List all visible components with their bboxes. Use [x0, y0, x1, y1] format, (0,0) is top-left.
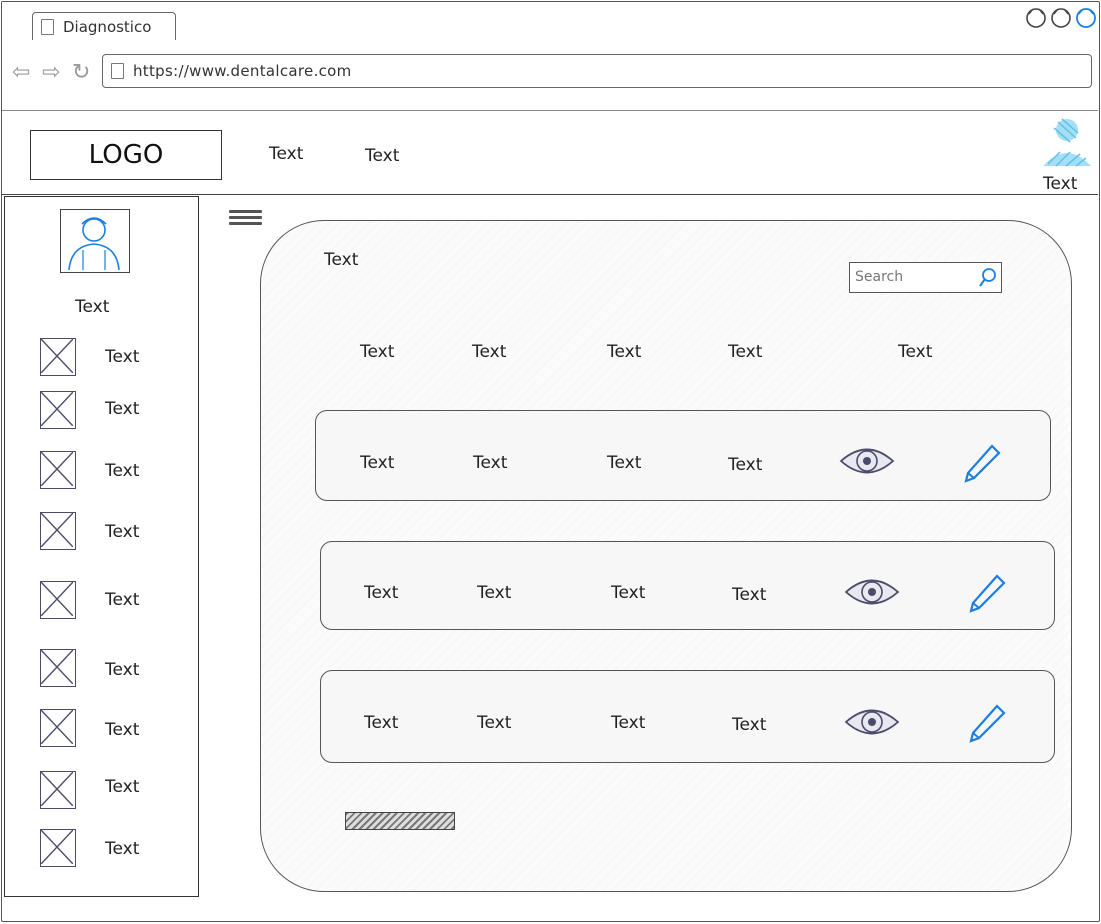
sidebar-item-icon[interactable]	[40, 649, 76, 687]
forward-arrow-icon[interactable]: ⇨	[42, 60, 60, 85]
edit-pencil-icon[interactable]	[967, 702, 1007, 744]
nav-link[interactable]: Text	[269, 144, 303, 164]
sidebar-item-label[interactable]: Text	[105, 461, 139, 481]
edit-pencil-icon[interactable]	[962, 442, 1002, 484]
view-eye-icon[interactable]	[843, 573, 901, 611]
table-cell: Text	[477, 713, 512, 733]
table-cell: Text	[364, 713, 399, 733]
url-text: https://www.dentalcare.com	[133, 62, 352, 80]
user-label[interactable]: Text	[1043, 174, 1077, 194]
table-row[interactable]	[315, 410, 1051, 501]
column-header: Text	[898, 342, 933, 362]
search-input[interactable]	[853, 266, 977, 288]
reload-icon[interactable]: ↻	[72, 60, 90, 85]
column-header: Text	[607, 342, 642, 362]
document-icon	[41, 19, 54, 35]
sidebar-item-icon[interactable]	[40, 451, 76, 489]
table-cell: Text	[607, 453, 642, 473]
address-bar-row: ⇦ ⇨ ↻ https://www.dentalcare.com	[2, 40, 1098, 111]
sidebar-item-icon[interactable]	[40, 512, 76, 550]
table-row[interactable]	[320, 541, 1055, 630]
sidebar-item-icon[interactable]	[40, 771, 76, 809]
view-eye-icon[interactable]	[838, 442, 896, 480]
sidebar-item-icon[interactable]	[40, 391, 76, 429]
view-eye-icon[interactable]	[843, 703, 901, 741]
table-cell: Text	[364, 583, 399, 603]
window-controls	[1026, 8, 1096, 28]
sidebar-item-icon[interactable]	[40, 338, 76, 376]
minimize-icon[interactable]	[1026, 8, 1046, 28]
sidebar-item-label[interactable]: Text	[105, 347, 139, 367]
table-cell: Text	[732, 715, 767, 735]
logo[interactable]: LOGO	[30, 130, 222, 180]
panel-title: Text	[324, 250, 359, 270]
sidebar-item-label[interactable]: Text	[105, 839, 139, 859]
column-header: Text	[360, 342, 395, 362]
table-cell: Text	[732, 585, 767, 605]
sidebar-item-label[interactable]: Text	[105, 522, 139, 542]
url-field[interactable]: https://www.dentalcare.com	[102, 54, 1092, 88]
close-icon[interactable]	[1076, 8, 1096, 28]
column-header: Text	[472, 342, 507, 362]
sidebar-item-icon[interactable]	[40, 709, 76, 747]
sidebar-item-label[interactable]: Text	[105, 590, 139, 610]
table-cell: Text	[477, 583, 512, 603]
table-cell: Text	[473, 453, 508, 473]
table-cell: Text	[611, 713, 646, 733]
nav-link[interactable]: Text	[365, 146, 399, 166]
table-row[interactable]	[320, 670, 1055, 763]
profile-avatar[interactable]	[60, 209, 130, 273]
sidebar-item-icon[interactable]	[40, 581, 76, 619]
column-header: Text	[728, 342, 763, 362]
tab-bar: Diagnostico	[2, 2, 1098, 42]
table-cell: Text	[728, 455, 763, 475]
page-icon	[111, 63, 124, 79]
sidebar-item-label[interactable]: Text	[105, 660, 139, 680]
person-icon	[68, 217, 120, 271]
sidebar-item-icon[interactable]	[40, 829, 76, 867]
pagination-bar[interactable]	[345, 812, 455, 830]
profile-name: Text	[75, 297, 110, 317]
back-arrow-icon[interactable]: ⇦	[12, 60, 30, 85]
hamburger-menu-icon[interactable]	[229, 210, 262, 226]
sidebar: Text Text Text Text Text Text Text Text …	[4, 196, 199, 897]
table-cell: Text	[611, 583, 646, 603]
maximize-icon[interactable]	[1051, 8, 1071, 28]
page-header: LOGO Text Text Text	[2, 112, 1098, 195]
search-box[interactable]	[849, 262, 1002, 293]
sidebar-item-label[interactable]: Text	[105, 777, 139, 797]
user-icon[interactable]	[1040, 116, 1094, 168]
edit-pencil-icon[interactable]	[967, 572, 1007, 614]
browser-tab[interactable]: Diagnostico	[32, 12, 176, 42]
sidebar-item-label[interactable]: Text	[105, 720, 139, 740]
sidebar-item-label[interactable]: Text	[105, 399, 139, 419]
table-cell: Text	[360, 453, 395, 473]
tab-title: Diagnostico	[63, 18, 152, 36]
search-icon[interactable]	[978, 266, 998, 288]
